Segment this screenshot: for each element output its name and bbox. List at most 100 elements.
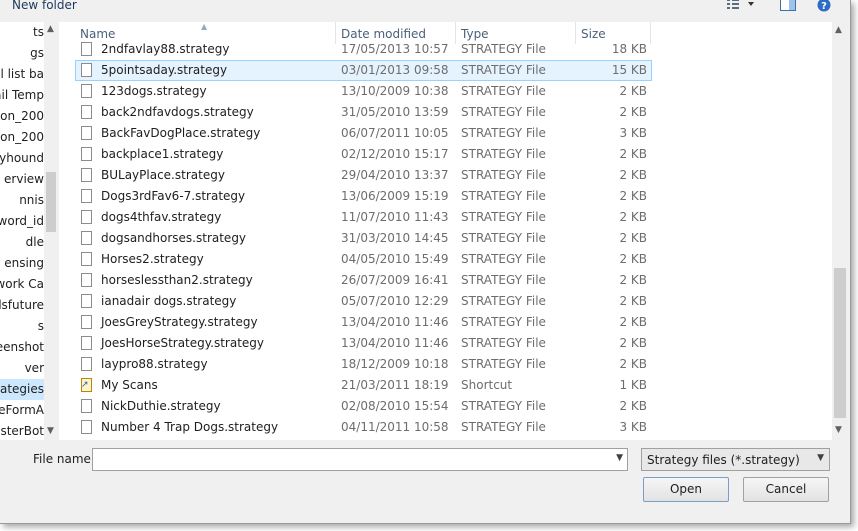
file-row[interactable]: dogsandhorses.strategy 31/03/2010 14:45 ST… (59, 228, 832, 249)
nav-scroll-thumb[interactable] (46, 172, 56, 232)
file-row[interactable]: JoesGreyStrategy.strategy 13/04/2010 11:4… (59, 312, 832, 333)
file-icon (81, 315, 92, 329)
navigation-pane: ts gs ail list ba ail Temp icon_200 icon_200e… (0, 22, 58, 440)
file-name: 2ndfavlay88.strategy (101, 42, 230, 56)
file-type: STRATEGY File (461, 126, 546, 140)
file-row[interactable]: Dogs3rdFav6-7.strategy 13/06/2009 15:19 ST… (59, 186, 832, 207)
file-icon (81, 273, 92, 287)
file-date: 13/10/2009 10:38 (341, 84, 449, 98)
scroll-down-arrow-icon[interactable]: ▼ (47, 426, 54, 436)
file-name-label: File name: (33, 452, 95, 466)
file-icon (81, 336, 92, 350)
nav-item[interactable]: ail list ba (0, 64, 44, 85)
file-name: JoesGreyStrategy.strategy (101, 315, 258, 329)
nav-item[interactable]: ver (0, 358, 44, 379)
file-size: 18 KB (611, 42, 647, 56)
file-name: horseslessthan2.strategy (101, 273, 253, 287)
nav-item[interactable]: dsfuture (0, 295, 44, 316)
nav-item[interactable]: nnis (0, 190, 44, 211)
file-size: 3 KB (619, 420, 647, 434)
file-icon (81, 399, 92, 413)
nav-item[interactable]: ail Temp (0, 85, 44, 106)
file-type: STRATEGY File (461, 168, 546, 182)
scroll-up-arrow-icon[interactable]: ▲ (835, 25, 842, 35)
file-row[interactable]: NickDuthie.strategy 02/08/2010 15:54 STRAT… (59, 396, 832, 417)
file-row[interactable]: dogs4thfav.strategy 11/07/2010 11:43 STRAT… (59, 207, 832, 228)
file-size: 2 KB (619, 189, 647, 203)
file-date: 02/12/2010 15:17 (341, 147, 449, 161)
nav-item[interactable]: ensing (0, 253, 44, 274)
file-row[interactable]: 2ndfavlay88.strategy 17/05/2013 10:57 STRA… (59, 39, 832, 60)
file-name: 5pointsaday.strategy (101, 63, 228, 77)
toolbar: New folder ? (0, 0, 850, 14)
nav-item-label: ts (33, 25, 44, 39)
help-icon[interactable]: ? (817, 0, 831, 12)
nav-item[interactable]: ts (0, 22, 44, 43)
nav-item[interactable]: eyhound (0, 148, 44, 169)
nav-item[interactable]: yword_id (0, 211, 44, 232)
open-button[interactable]: Open (643, 477, 729, 502)
file-row[interactable]: laypro88.strategy 18/12/2009 10:18 STRATEG… (59, 354, 832, 375)
file-icon (81, 42, 92, 56)
file-row[interactable]: 123dogs.strategy 13/10/2009 10:38 STRATEGY… (59, 81, 832, 102)
cancel-button[interactable]: Cancel (743, 477, 829, 502)
file-name-input[interactable] (95, 451, 599, 470)
file-type: STRATEGY File (461, 147, 546, 161)
svg-text:?: ? (821, 1, 827, 12)
file-name-combobox[interactable]: ▼ (92, 448, 628, 471)
file-type-select[interactable]: Strategy files (*.strategy) ▼ (641, 448, 830, 471)
nav-item[interactable]: s (0, 316, 44, 337)
nav-item-label: ver (24, 361, 44, 375)
nav-item[interactable]: neFormA (0, 400, 44, 421)
nav-item-label: erview (4, 172, 44, 186)
file-name: NickDuthie.strategy (101, 399, 221, 413)
file-row[interactable]: My Scans 21/03/2011 18:19 Shortcut 1 KB (59, 375, 832, 396)
file-size: 2 KB (619, 105, 647, 119)
file-row[interactable]: horseslessthan2.strategy 26/07/2009 16:41… (59, 270, 832, 291)
file-icon (81, 147, 92, 161)
file-type: STRATEGY File (461, 315, 546, 329)
nav-item[interactable]: gs (0, 43, 44, 64)
chevron-down-icon[interactable]: ▼ (616, 453, 623, 463)
file-date: 11/07/2010 11:43 (341, 210, 449, 224)
preview-pane-icon[interactable] (780, 0, 796, 12)
nav-item-label: neFormA (0, 403, 44, 417)
file-row[interactable]: Number 4 Trap Dogs.strategy 04/11/2011 10… (59, 417, 832, 438)
file-rows: 2ndfavlay88.strategy 17/05/2013 10:57 STRA… (59, 39, 832, 438)
file-icon (81, 294, 92, 308)
new-folder-button[interactable]: New folder (12, 0, 77, 12)
file-name: backplace1.strategy (101, 147, 224, 161)
nav-item[interactable]: ategies (0, 379, 44, 400)
file-type: STRATEGY File (461, 84, 546, 98)
nav-item[interactable]: sterBot (0, 421, 44, 440)
scroll-up-arrow-icon[interactable]: ▲ (47, 24, 54, 34)
nav-item[interactable]: dle (0, 232, 44, 253)
nav-item[interactable]: erview (0, 169, 44, 190)
file-size: 2 KB (619, 399, 647, 413)
chevron-down-icon[interactable]: ▼ (817, 453, 824, 463)
file-row[interactable]: ianadair dogs.strategy 05/07/2010 12:29 ST… (59, 291, 832, 312)
nav-scrollbar[interactable]: ▲ ▼ (44, 22, 58, 440)
nav-item[interactable]: icon_200 (0, 127, 44, 148)
file-size: 2 KB (619, 294, 647, 308)
file-row[interactable]: back2ndfavdogs.strategy 31/05/2010 13:59 S… (59, 102, 832, 123)
file-row[interactable]: BULayPlace.strategy 29/04/2010 13:37 STRAT… (59, 165, 832, 186)
file-row[interactable]: Horses2.strategy 04/05/2010 15:49 STRATEGY… (59, 249, 832, 270)
file-date: 13/04/2010 11:46 (341, 315, 449, 329)
nav-item[interactable]: eenshot (0, 337, 44, 358)
file-name: 123dogs.strategy (101, 84, 207, 98)
file-scroll-thumb[interactable] (834, 268, 846, 418)
nav-item-label: ensing (4, 256, 44, 270)
nav-item[interactable]: icon_200 (0, 106, 44, 127)
file-row[interactable]: JoesHorseStrategy.strategy 13/04/2010 11:… (59, 333, 832, 354)
file-date: 31/05/2010 13:59 (341, 105, 449, 119)
view-options-icon[interactable] (726, 0, 754, 12)
nav-item[interactable]: twork Ca (0, 274, 44, 295)
file-list-scrollbar[interactable]: ▲ ▼ (832, 22, 848, 440)
file-row[interactable]: 5pointsaday.strategy 03/01/2013 09:58 STRA… (59, 60, 832, 81)
sort-ascending-icon: ▲ (201, 22, 208, 31)
file-row[interactable]: BackFavDogPlace.strategy 06/07/2011 10:05… (59, 123, 832, 144)
scroll-down-arrow-icon[interactable]: ▼ (835, 425, 842, 435)
file-row[interactable]: backplace1.strategy 02/12/2010 15:17 STRAT… (59, 144, 832, 165)
shortcut-icon (81, 378, 92, 392)
